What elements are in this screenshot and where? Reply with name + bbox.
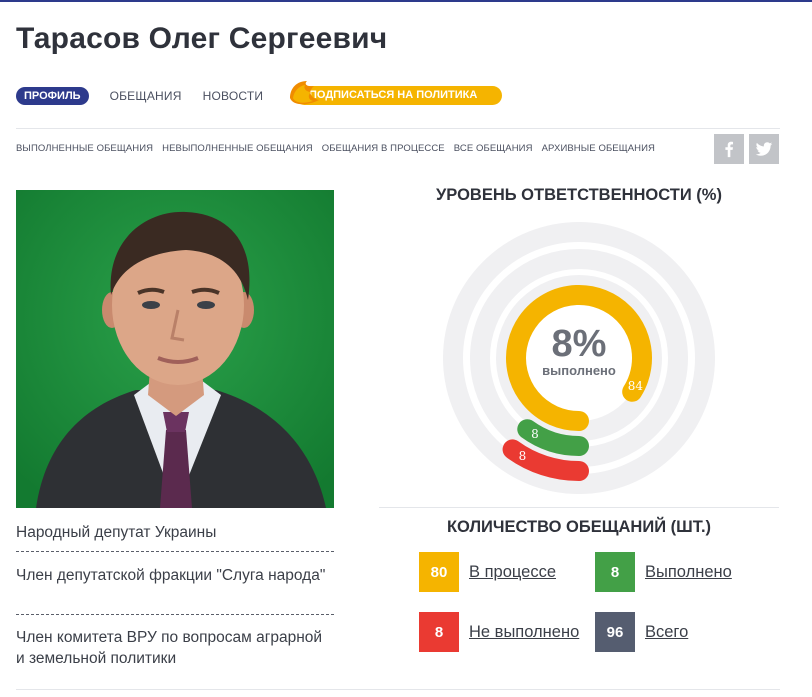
stat-failed[interactable]: 8 Не выполнено [419, 612, 579, 652]
subscribe-button[interactable]: ПОДПИСАТЬСЯ НА ПОЛИТИКА [287, 76, 503, 108]
gauge-arc-label-in_progress: 84 [628, 379, 644, 393]
stat-in-progress[interactable]: 80 В процессе [419, 552, 556, 592]
filter-completed[interactable]: ВЫПОЛНЕННЫЕ ОБЕЩАНИЯ [16, 143, 153, 154]
stat-value-done: 8 [595, 552, 635, 592]
portrait-illustration [16, 190, 334, 508]
filter-in-progress[interactable]: ОБЕЩАНИЯ В ПРОЦЕССЕ [322, 143, 445, 154]
stat-value-in-progress: 80 [419, 552, 459, 592]
tab-promises[interactable]: ОБЕЩАНИЯ [110, 89, 182, 103]
stat-value-total: 96 [595, 612, 635, 652]
twitter-icon [755, 142, 773, 156]
filter-not-completed[interactable]: НЕВЫПОЛНЕННЫЕ ОБЕЩАНИЯ [162, 143, 313, 154]
divider [379, 507, 779, 508]
responsibility-gauge: 84 88 8% выполнено [443, 222, 715, 494]
divider [16, 689, 780, 690]
role-text: Народный депутат Украины [16, 524, 217, 541]
gauge-percent: 8% [552, 323, 607, 365]
dashed-divider [16, 551, 334, 552]
top-accent-line [0, 0, 812, 2]
dashed-divider [16, 614, 334, 615]
stat-link-total[interactable]: Всего [645, 623, 688, 642]
stat-link-failed[interactable]: Не выполнено [469, 623, 579, 642]
profile-nav: ПРОФИЛЬ ОБЕЩАНИЯ НОВОСТИ [16, 84, 263, 108]
divider [16, 128, 780, 129]
page-title: Тарасов Олег Сергеевич [16, 22, 388, 55]
stat-link-done[interactable]: Выполнено [645, 563, 732, 582]
stat-total[interactable]: 96 Всего [595, 612, 688, 652]
role-text: Член комитета ВРУ по вопросам аграрной и… [16, 629, 323, 667]
politician-photo [16, 190, 334, 508]
promise-filters: ВЫПОЛНЕННЫЕ ОБЕЩАНИЯ НЕВЫПОЛНЕННЫЕ ОБЕЩА… [16, 143, 664, 154]
twitter-share-button[interactable] [749, 134, 779, 164]
tab-news[interactable]: НОВОСТИ [203, 89, 264, 103]
gauge-arc-label-failed: 8 [519, 449, 527, 463]
flame-icon [290, 81, 319, 105]
stat-link-in-progress[interactable]: В процессе [469, 563, 556, 582]
gauge-caption: выполнено [542, 363, 616, 378]
filter-all[interactable]: ВСЕ ОБЕЩАНИЯ [454, 143, 533, 154]
facebook-share-button[interactable] [714, 134, 744, 164]
filter-archive[interactable]: АРХИВНЫЕ ОБЕЩАНИЯ [542, 143, 655, 154]
facebook-icon [725, 141, 734, 158]
responsibility-heading: УРОВЕНЬ ОТВЕТСТВЕННОСТИ (%) [436, 186, 722, 204]
stat-done[interactable]: 8 Выполнено [595, 552, 732, 592]
counts-heading: КОЛИЧЕСТВО ОБЕЩАНИЙ (ШТ.) [446, 518, 712, 536]
role-text: Член депутатской фракции "Слуга народа" [16, 567, 326, 584]
stat-value-failed: 8 [419, 612, 459, 652]
gauge-arc-label-done: 8 [531, 427, 539, 441]
tab-profile[interactable]: ПРОФИЛЬ [16, 87, 89, 105]
